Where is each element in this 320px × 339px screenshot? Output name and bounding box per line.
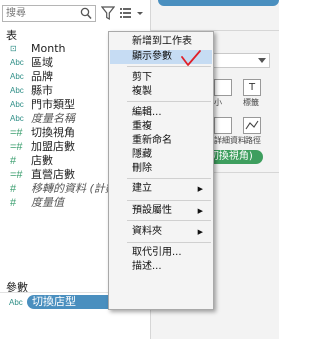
menu-separator — [127, 200, 211, 201]
menu-item[interactable]: 新增到工作表 — [110, 35, 212, 49]
number-icon: # — [10, 183, 17, 195]
menu-item-label: 剪下 — [132, 72, 152, 83]
calc-number-icon: =# — [10, 127, 23, 139]
abc-icon: Abc — [10, 100, 24, 109]
context-menu: 新增到工作表 顯示參數 剪下 複製 編輯... 重複 重新命名 隱藏 刪除 建立 ▶ 預設屬性 ▶ 資料夾… — [108, 31, 214, 310]
menu-item-label: 描述... — [132, 261, 162, 272]
calc-number-icon: =# — [10, 141, 23, 153]
list-view-icon[interactable] — [119, 4, 133, 22]
field-label: 品牌 — [31, 70, 53, 83]
label-card-label: 標籤 — [243, 98, 259, 107]
field-label: Month — [31, 42, 66, 55]
field-label: 店數 — [31, 154, 53, 167]
menu-item[interactable]: 剪下 — [110, 71, 212, 85]
menu-item[interactable]: 編輯... — [110, 106, 212, 120]
size-card-label: 小 — [214, 98, 222, 107]
date-icon-icon: ⊡ — [10, 44, 17, 53]
menu-item-label: 重複 — [132, 121, 152, 132]
checkmark-annotation-icon — [181, 50, 201, 66]
filter-icon[interactable] — [101, 4, 115, 22]
menu-item[interactable]: 複製 — [110, 85, 212, 99]
menu-item[interactable]: 取代引用... — [110, 246, 212, 260]
field-label: 加盟店數 — [31, 140, 75, 153]
tables-header: 表 — [6, 29, 17, 42]
field-label: 縣市 — [31, 84, 53, 97]
field-label: 切換視角 — [31, 126, 75, 139]
field-label: 度量名稱 — [31, 112, 75, 125]
menu-item[interactable]: 隱藏 — [110, 148, 212, 162]
menu-item-label: 隱藏 — [132, 149, 152, 160]
label-card-icon[interactable]: T — [243, 79, 261, 96]
detail-card-label: 詳細資料 — [214, 136, 246, 145]
abc-icon: Abc — [10, 86, 24, 95]
menu-item-label: 建立 — [132, 183, 152, 194]
menu-separator — [127, 178, 211, 179]
menu-item-label: 複製 — [132, 86, 152, 97]
menu-item-label: 編輯... — [132, 107, 162, 118]
menu-item-label: 取代引用... — [132, 247, 182, 258]
detail-card-icon[interactable] — [214, 117, 232, 134]
menu-item[interactable]: 重複 — [110, 120, 212, 134]
menu-separator — [127, 242, 211, 243]
menu-item-label: 重新命名 — [132, 135, 172, 146]
menu-item-label: 顯示參數 — [132, 51, 172, 62]
search-input[interactable] — [6, 7, 66, 20]
mark-type-dropdown[interactable] — [210, 53, 270, 68]
menu-item[interactable]: 預設屬性 ▶ — [110, 204, 212, 218]
search-icon[interactable] — [80, 7, 92, 20]
submenu-arrow-icon: ▶ — [197, 228, 203, 236]
menu-item[interactable]: 刪除 — [110, 162, 212, 176]
number-icon: # — [10, 155, 17, 167]
menu-item-label: 預設屬性 — [132, 205, 172, 216]
field-label: 門市類型 — [31, 98, 75, 111]
abc-icon: Abc — [10, 72, 24, 81]
number-icon: # — [10, 197, 17, 209]
path-card-label: 路徑 — [245, 136, 261, 145]
menu-item-label: 新增到工作表 — [132, 36, 192, 47]
field-label: 移轉的資料 (計數) — [31, 182, 121, 195]
menu-item-label: 資料夾 — [132, 226, 162, 237]
search-field[interactable] — [2, 5, 96, 22]
submenu-arrow-icon: ▶ — [197, 185, 203, 193]
string-type-icon: Abc — [9, 298, 23, 307]
field-label: 區域 — [31, 56, 53, 69]
top-pill[interactable] — [158, 0, 279, 6]
size-card-icon[interactable] — [214, 79, 232, 96]
menu-item[interactable]: 描述... — [110, 260, 212, 274]
menu-separator — [127, 101, 211, 102]
menu-item[interactable]: 資料夾 ▶ — [110, 225, 212, 239]
chevron-down-icon[interactable] — [135, 4, 145, 22]
path-card-icon[interactable] — [243, 117, 261, 134]
parameter-label: 切換店型 — [32, 295, 76, 308]
field-label: 度量值 — [31, 196, 64, 209]
abc-icon: Abc — [10, 58, 24, 67]
menu-item-label: 刪除 — [132, 163, 152, 174]
abc-icon: Abc — [10, 114, 24, 123]
field-label: 直營店數 — [31, 168, 75, 181]
submenu-arrow-icon: ▶ — [197, 207, 203, 215]
menu-item[interactable]: 重新命名 — [110, 134, 212, 148]
chevron-down-icon — [258, 58, 266, 63]
menu-item[interactable]: 建立 ▶ — [110, 182, 212, 196]
calc-number-icon: =# — [10, 169, 23, 181]
menu-separator — [127, 220, 211, 221]
